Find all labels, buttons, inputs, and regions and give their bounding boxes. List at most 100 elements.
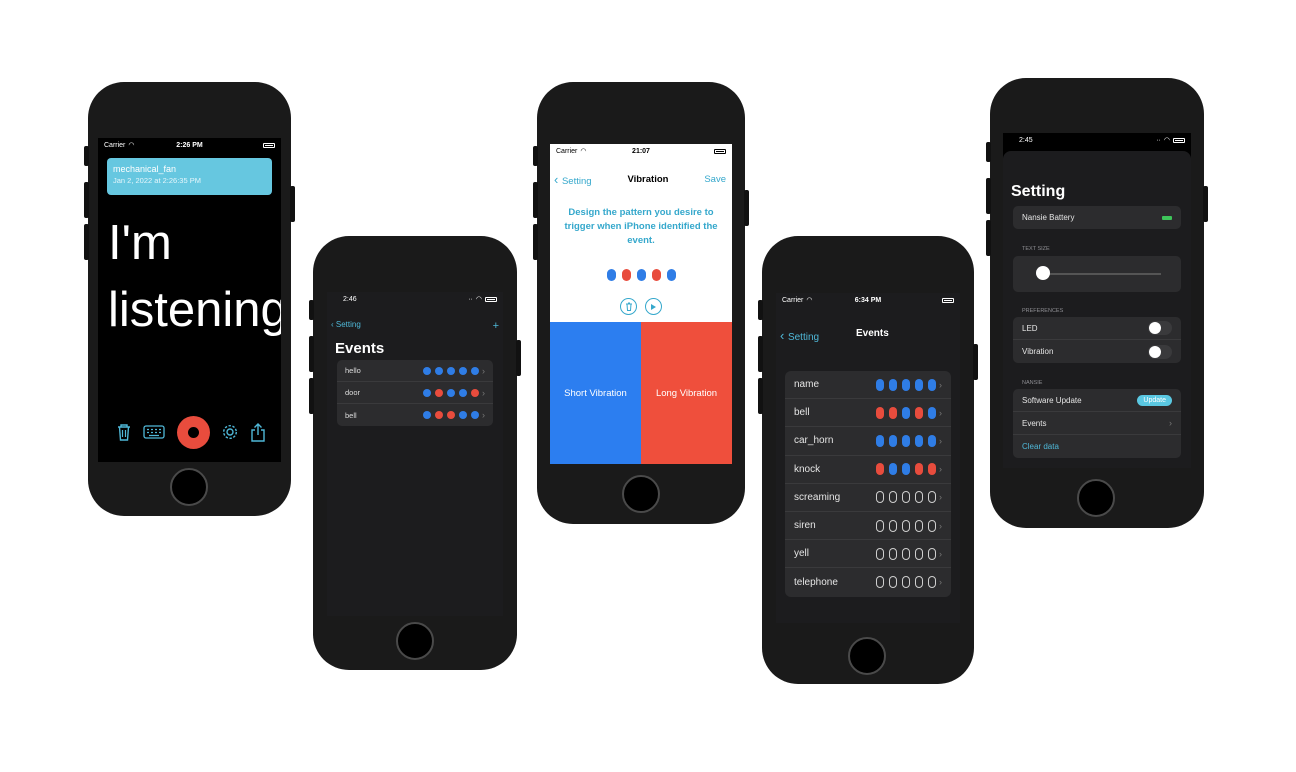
nansie-group: Software Update Update Events › Clear da… bbox=[1013, 389, 1181, 458]
empty-pulse bbox=[876, 576, 884, 589]
short-pulse bbox=[902, 406, 910, 419]
row-trailing: › bbox=[423, 366, 485, 376]
signal-icon: ·· bbox=[1156, 136, 1161, 144]
status-time: 21:07 bbox=[632, 147, 650, 155]
event-timestamp: Jan 2, 2022 at 2:26:35 PM bbox=[113, 176, 201, 185]
empty-pulse bbox=[928, 547, 936, 560]
delete-pattern-button[interactable] bbox=[620, 298, 637, 315]
long-pulse[interactable] bbox=[621, 269, 631, 281]
list-item[interactable]: bell › bbox=[337, 404, 493, 426]
detected-event-card[interactable]: mechanical_fan Jan 2, 2022 at 2:26:35 PM bbox=[107, 158, 272, 195]
vibration-pattern bbox=[550, 269, 732, 281]
keyboard-icon[interactable] bbox=[143, 425, 165, 439]
short-pulse[interactable] bbox=[636, 269, 646, 281]
save-button[interactable]: Save bbox=[704, 174, 726, 185]
short-vibration-button[interactable]: Short Vibration bbox=[550, 322, 641, 464]
event-name: telephone bbox=[794, 576, 838, 588]
text-size-slider-knob[interactable] bbox=[1036, 266, 1051, 280]
nansie-header: NANSIE bbox=[1022, 380, 1043, 386]
pattern-description: Design the pattern you desire to trigger… bbox=[564, 207, 718, 246]
events-list: name › bell › car_horn › knock › screaming › siren… bbox=[785, 371, 951, 597]
led-row: LED bbox=[1013, 317, 1181, 340]
short-pulse bbox=[889, 463, 897, 476]
short-pulse[interactable] bbox=[606, 269, 616, 281]
volume-down-button bbox=[986, 220, 991, 256]
pulse-pattern bbox=[423, 366, 479, 375]
row-trailing: › bbox=[423, 388, 485, 398]
list-item[interactable]: hello › bbox=[337, 360, 493, 382]
gear-icon[interactable] bbox=[221, 423, 239, 441]
record-button[interactable] bbox=[176, 415, 210, 449]
home-button[interactable] bbox=[1077, 479, 1115, 517]
home-button[interactable] bbox=[848, 637, 886, 675]
signal-icon: ·· bbox=[468, 295, 473, 303]
empty-pulse bbox=[915, 547, 923, 560]
chevron-right-icon: › bbox=[939, 520, 942, 531]
home-button[interactable] bbox=[396, 622, 434, 660]
share-icon[interactable] bbox=[250, 422, 266, 442]
play-pattern-button[interactable] bbox=[645, 298, 662, 315]
long-pulse[interactable] bbox=[651, 269, 661, 281]
back-button[interactable]: ‹ Setting bbox=[780, 328, 819, 343]
empty-pulse bbox=[928, 491, 936, 504]
battery-icon bbox=[263, 142, 275, 148]
clear-data-row[interactable]: Clear data bbox=[1013, 435, 1181, 458]
row-trailing: › bbox=[876, 434, 942, 447]
empty-pulse bbox=[889, 547, 897, 560]
volume-up-button bbox=[986, 178, 991, 214]
event-name: yell bbox=[794, 548, 810, 560]
wifi-icon: ◠ bbox=[1163, 137, 1170, 144]
long-pulse bbox=[471, 388, 479, 397]
vibration-toggle[interactable] bbox=[1148, 344, 1172, 359]
list-item[interactable]: knock › bbox=[785, 456, 951, 484]
clear-data-button[interactable]: Clear data bbox=[1022, 442, 1059, 451]
long-vibration-button[interactable]: Long Vibration bbox=[641, 322, 732, 464]
power-button bbox=[1203, 186, 1208, 222]
update-button[interactable]: Update bbox=[1137, 394, 1172, 406]
text-size-slider[interactable] bbox=[1037, 273, 1161, 275]
row-trailing: › bbox=[876, 406, 942, 419]
empty-pulse bbox=[889, 576, 897, 589]
phone-events-small: 2:46 ·· ◠ ‹ Setting + Events hello › door ›… bbox=[309, 236, 521, 670]
list-item[interactable]: name › bbox=[785, 371, 951, 400]
short-pulse bbox=[902, 463, 910, 476]
long-pulse bbox=[435, 388, 443, 397]
add-event-button[interactable]: + bbox=[493, 320, 499, 332]
vibration-label: Vibration bbox=[1022, 347, 1054, 356]
chevron-right-icon: › bbox=[1169, 418, 1172, 428]
list-item[interactable]: screaming › bbox=[785, 484, 951, 512]
list-item[interactable]: door › bbox=[337, 382, 493, 404]
long-pulse bbox=[435, 411, 443, 419]
short-pulse bbox=[471, 366, 479, 375]
screen: Carrier ◠ 2:26 PM mechanical_fan Jan 2, … bbox=[98, 138, 281, 462]
list-item[interactable]: siren › bbox=[785, 512, 951, 541]
short-pulse bbox=[423, 366, 431, 375]
short-pulse[interactable] bbox=[666, 269, 676, 281]
led-toggle[interactable] bbox=[1148, 321, 1172, 335]
list-item[interactable]: yell › bbox=[785, 540, 951, 569]
short-pulse bbox=[435, 366, 443, 375]
back-button[interactable]: ‹ Setting bbox=[331, 320, 361, 332]
chevron-left-icon: ‹ bbox=[554, 172, 562, 187]
home-button[interactable] bbox=[622, 475, 660, 513]
events-row[interactable]: Events › bbox=[1013, 412, 1181, 435]
back-button[interactable]: ‹ Setting bbox=[554, 172, 592, 187]
text-size-header: TEXT SIZE bbox=[1022, 246, 1050, 252]
chevron-right-icon: › bbox=[939, 435, 942, 446]
list-item[interactable]: bell › bbox=[785, 399, 951, 428]
empty-pulse bbox=[889, 519, 897, 532]
screen: 2:46 ·· ◠ ‹ Setting + Events hello › door ›… bbox=[327, 292, 503, 616]
list-item[interactable]: telephone › bbox=[785, 568, 951, 596]
row-trailing: › bbox=[876, 547, 942, 560]
empty-pulse bbox=[889, 491, 897, 504]
software-update-row: Software Update Update bbox=[1013, 389, 1181, 412]
short-pulse bbox=[889, 434, 897, 447]
pulse-pattern bbox=[876, 378, 936, 391]
trash-icon[interactable] bbox=[116, 423, 132, 441]
short-pulse bbox=[447, 366, 455, 375]
short-pulse bbox=[459, 366, 467, 375]
list-item[interactable]: car_horn › bbox=[785, 427, 951, 456]
event-name: screaming bbox=[794, 491, 841, 503]
volume-up-button bbox=[533, 182, 538, 218]
home-button[interactable] bbox=[170, 468, 208, 506]
